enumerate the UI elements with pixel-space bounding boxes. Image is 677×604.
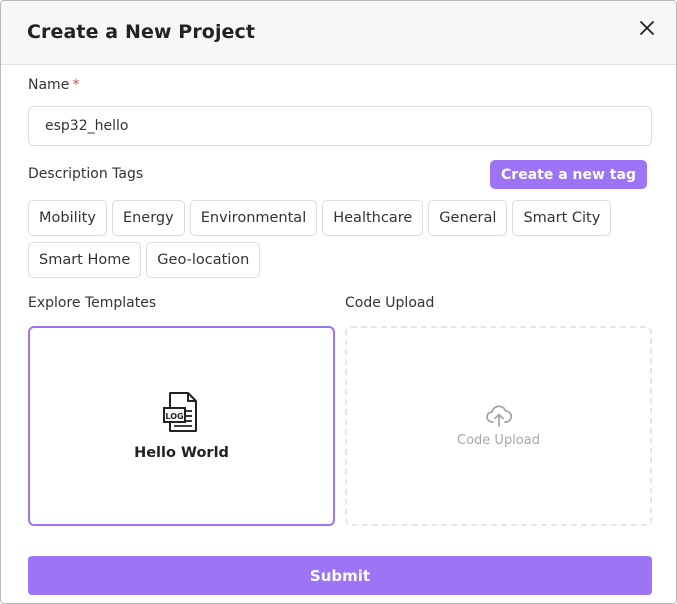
code-upload-dropzone[interactable]: Code Upload: [345, 326, 652, 526]
tag-healthcare[interactable]: Healthcare: [322, 200, 424, 236]
tag-environmental[interactable]: Environmental: [189, 200, 318, 236]
tag-general[interactable]: General: [428, 200, 508, 236]
log-file-icon: LOG: [162, 392, 197, 432]
template-card-hello-world[interactable]: LOG Hello World: [28, 326, 335, 526]
close-button[interactable]: [636, 17, 658, 39]
name-label-text: Name: [28, 77, 70, 93]
close-icon: [640, 21, 654, 35]
tag-mobility[interactable]: Mobility: [28, 200, 107, 236]
tag-list: Mobility Energy Environmental Healthcare…: [28, 200, 628, 278]
template-label: Hello World: [134, 445, 229, 461]
tag-smart-city[interactable]: Smart City: [512, 200, 612, 236]
code-upload-label: Code Upload: [457, 432, 540, 448]
cloud-upload-icon: [485, 404, 512, 427]
tag-geo-location[interactable]: Geo-location: [146, 242, 261, 278]
explore-templates-label: Explore Templates: [28, 295, 157, 311]
submit-button[interactable]: Submit: [28, 556, 652, 595]
dialog-title: Create a New Project: [27, 21, 256, 43]
tag-energy[interactable]: Energy: [111, 200, 185, 236]
log-icon-text: LOG: [165, 412, 183, 421]
create-tag-button[interactable]: Create a new tag: [490, 160, 647, 189]
dialog-header: Create a New Project: [1, 1, 676, 65]
name-input[interactable]: [28, 106, 652, 146]
code-upload-section-label: Code Upload: [345, 295, 435, 311]
create-project-dialog: Create a New Project Name* Description T…: [0, 0, 677, 604]
description-tags-label: Description Tags: [28, 166, 144, 182]
name-label: Name *: [28, 77, 79, 93]
required-marker: *: [72, 77, 80, 93]
tag-smart-home[interactable]: Smart Home: [28, 242, 142, 278]
